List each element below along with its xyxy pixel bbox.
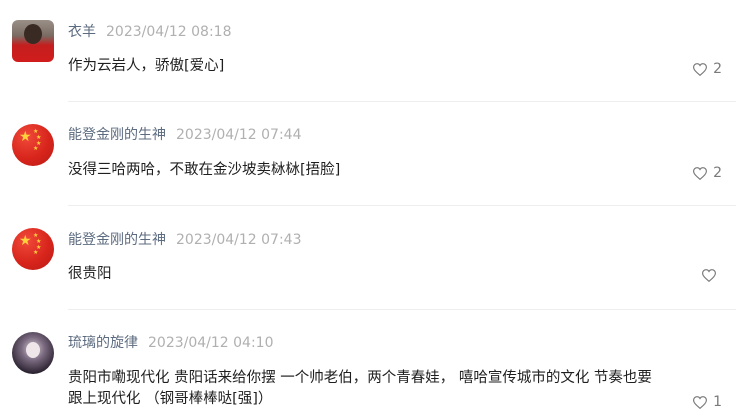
- comment-text: 作为云岩人，骄傲[爱心]: [68, 58, 225, 74]
- comment-item: ★ ★ ★ ★ ★ 能登金刚的生神 2023/04/12 07:43 很贵阳: [0, 206, 736, 310]
- username[interactable]: 能登金刚的生神: [68, 232, 166, 248]
- comment-meta: 琉璃的旋律 2023/04/12 04:10: [68, 334, 274, 352]
- username[interactable]: 能登金刚的生神: [68, 127, 166, 143]
- comment-item: 琉璃的旋律 2023/04/12 04:10 贵阳市嘞现代化 贵阳话来给你摆 一个…: [0, 310, 736, 411]
- heart-outline-icon: [693, 166, 708, 180]
- like-button[interactable]: 1: [693, 394, 722, 410]
- timestamp: 2023/04/12 07:43: [176, 232, 302, 248]
- comment-meta: 能登金刚的生神 2023/04/12 07:43: [68, 231, 302, 249]
- like-count: 2: [713, 61, 722, 77]
- avatar[interactable]: [12, 332, 54, 374]
- star-icon: ★: [33, 249, 39, 256]
- timestamp: 2023/04/12 08:18: [106, 24, 232, 40]
- comment-item: ★ ★ ★ ★ ★ 能登金刚的生神 2023/04/12 07:44 没得三哈两哈…: [0, 102, 736, 206]
- heart-outline-icon: [702, 269, 716, 282]
- comment-meta: 能登金刚的生神 2023/04/12 07:44: [68, 126, 302, 144]
- comment-text: 贵阳市嘞现代化 贵阳话来给你摆 一个帅老伯，两个青春娃， 嘻哈宣传城市的文化 节…: [68, 370, 652, 407]
- username[interactable]: 衣羊: [68, 24, 96, 40]
- timestamp: 2023/04/12 07:44: [176, 127, 302, 143]
- star-icon: ★: [19, 129, 32, 145]
- like-count: 2: [713, 165, 722, 181]
- avatar[interactable]: ★ ★ ★ ★ ★: [12, 124, 54, 166]
- avatar-head-shape: [24, 24, 42, 44]
- comment-text: 没得三哈两哈，不敢在金沙坡卖栤栤[捂脸]: [68, 162, 341, 178]
- comment-meta: 衣羊 2023/04/12 08:18: [68, 23, 232, 41]
- username[interactable]: 琉璃的旋律: [68, 335, 138, 351]
- comment-item: 衣羊 2023/04/12 08:18 作为云岩人，骄傲[爱心] 2: [0, 0, 736, 102]
- heart-outline-icon: [693, 395, 708, 409]
- like-button[interactable]: 2: [693, 61, 722, 77]
- star-icon: ★: [19, 233, 32, 249]
- comment-text: 很贵阳: [68, 266, 112, 282]
- like-button[interactable]: [702, 269, 722, 282]
- star-icon: ★: [33, 145, 39, 152]
- like-button[interactable]: 2: [693, 165, 722, 181]
- avatar-face-shape: [26, 342, 40, 358]
- avatar[interactable]: [12, 20, 54, 62]
- heart-outline-icon: [693, 62, 708, 76]
- like-count: 1: [713, 394, 722, 410]
- avatar[interactable]: ★ ★ ★ ★ ★: [12, 228, 54, 270]
- timestamp: 2023/04/12 04:10: [148, 335, 274, 351]
